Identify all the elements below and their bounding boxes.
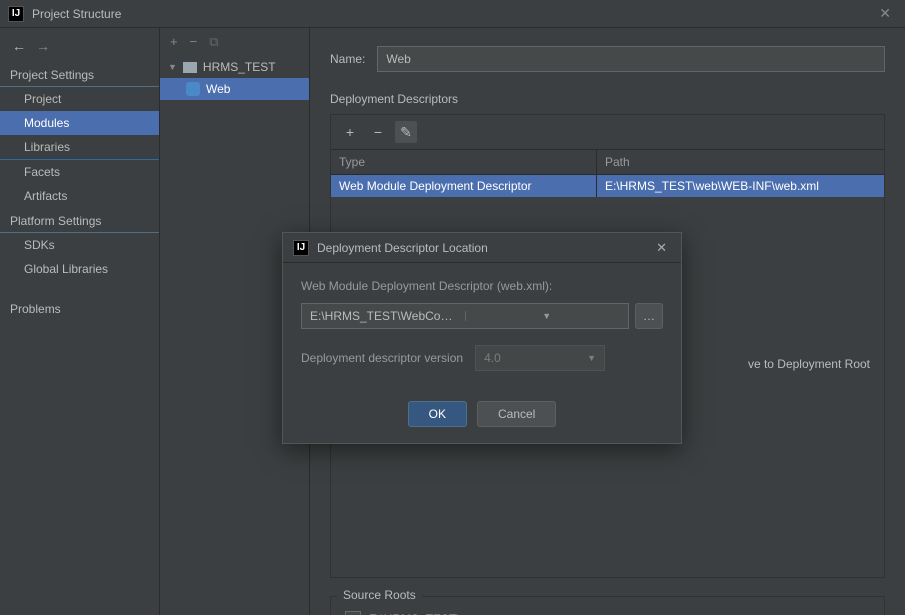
close-icon[interactable]: ✕ xyxy=(873,5,897,22)
back-icon[interactable]: ← xyxy=(12,38,26,54)
tree-root-label: HRMS_TEST xyxy=(203,60,276,74)
path-combo[interactable]: E:\HRMS_TEST\WebContent\WEB-INF\web.xml … xyxy=(301,303,629,329)
dd-col-path[interactable]: Path xyxy=(596,150,884,175)
dd-row-type: Web Module Deployment Descriptor xyxy=(331,175,596,198)
forward-icon: → xyxy=(36,38,50,54)
tree-item-root[interactable]: ▼ HRMS_TEST xyxy=(160,56,309,78)
dd-remove-icon[interactable]: − xyxy=(367,121,389,143)
dialog-close-icon[interactable]: ✕ xyxy=(652,240,671,256)
section-project-settings: Project Settings xyxy=(0,62,159,87)
dialog-app-icon: IJ xyxy=(293,240,309,256)
deploy-descriptors-label: Deployment Descriptors xyxy=(330,90,885,106)
nav-libraries[interactable]: Libraries xyxy=(0,135,159,160)
window-title: Project Structure xyxy=(32,7,873,21)
dd-row-path: E:\HRMS_TEST\web\WEB-INF\web.xml xyxy=(596,175,884,198)
ok-button[interactable]: OK xyxy=(408,401,467,427)
dd-edit-icon[interactable]: ✎ xyxy=(395,121,417,143)
source-root-checkbox[interactable]: ✓ xyxy=(345,611,361,615)
dd-col-type[interactable]: Type xyxy=(331,150,596,175)
app-icon: IJ xyxy=(8,6,24,22)
nav-sdks[interactable]: SDKs xyxy=(0,233,159,257)
nav-global-libraries[interactable]: Global Libraries xyxy=(0,257,159,281)
nav-project[interactable]: Project xyxy=(0,87,159,111)
tree-item-web[interactable]: Web xyxy=(160,78,309,100)
nav-facets[interactable]: Facets xyxy=(0,160,159,184)
chevron-down-icon[interactable]: ▼ xyxy=(465,311,629,321)
version-label: Deployment descriptor version xyxy=(301,351,463,365)
source-roots-title: Source Roots xyxy=(337,588,422,602)
add-icon[interactable]: + xyxy=(170,34,178,50)
dd-table: Type Path Web Module Deployment Descript… xyxy=(331,149,884,197)
table-row[interactable]: Web Module Deployment Descriptor E:\HRMS… xyxy=(331,175,884,198)
version-select[interactable]: 4.0 ▼ xyxy=(475,345,605,371)
deploy-root-text: ve to Deployment Root xyxy=(748,357,870,371)
browse-button[interactable]: … xyxy=(635,303,663,329)
settings-sidebar: ← → Project Settings Project Modules Lib… xyxy=(0,28,160,615)
section-platform-settings: Platform Settings xyxy=(0,208,159,233)
name-label: Name: xyxy=(330,52,365,66)
nav-modules[interactable]: Modules xyxy=(0,111,159,135)
chevron-down-icon: ▼ xyxy=(168,62,177,72)
tree-web-label: Web xyxy=(206,82,230,96)
name-input[interactable] xyxy=(377,46,885,72)
version-value: 4.0 xyxy=(484,351,501,365)
deploy-descriptor-dialog: IJ Deployment Descriptor Location ✕ Web … xyxy=(282,232,682,444)
cancel-button[interactable]: Cancel xyxy=(477,401,556,427)
nav-problems[interactable]: Problems xyxy=(0,297,159,321)
folder-icon xyxy=(183,62,197,73)
dd-add-icon[interactable]: + xyxy=(339,121,361,143)
web-facet-icon xyxy=(186,82,200,96)
dialog-field-label: Web Module Deployment Descriptor (web.xm… xyxy=(301,279,663,293)
remove-icon[interactable]: − xyxy=(190,34,198,50)
path-value: E:\HRMS_TEST\WebContent\WEB-INF\web.xml xyxy=(302,309,465,323)
nav-artifacts[interactable]: Artifacts xyxy=(0,184,159,208)
chevron-down-icon: ▼ xyxy=(587,353,596,363)
copy-icon[interactable]: ⧉ xyxy=(209,34,218,50)
source-roots-group: Source Roots ✓ E:\HRMS_TEST\src xyxy=(330,596,885,615)
dialog-title: Deployment Descriptor Location xyxy=(317,241,488,255)
window-titlebar: IJ Project Structure ✕ xyxy=(0,0,905,28)
